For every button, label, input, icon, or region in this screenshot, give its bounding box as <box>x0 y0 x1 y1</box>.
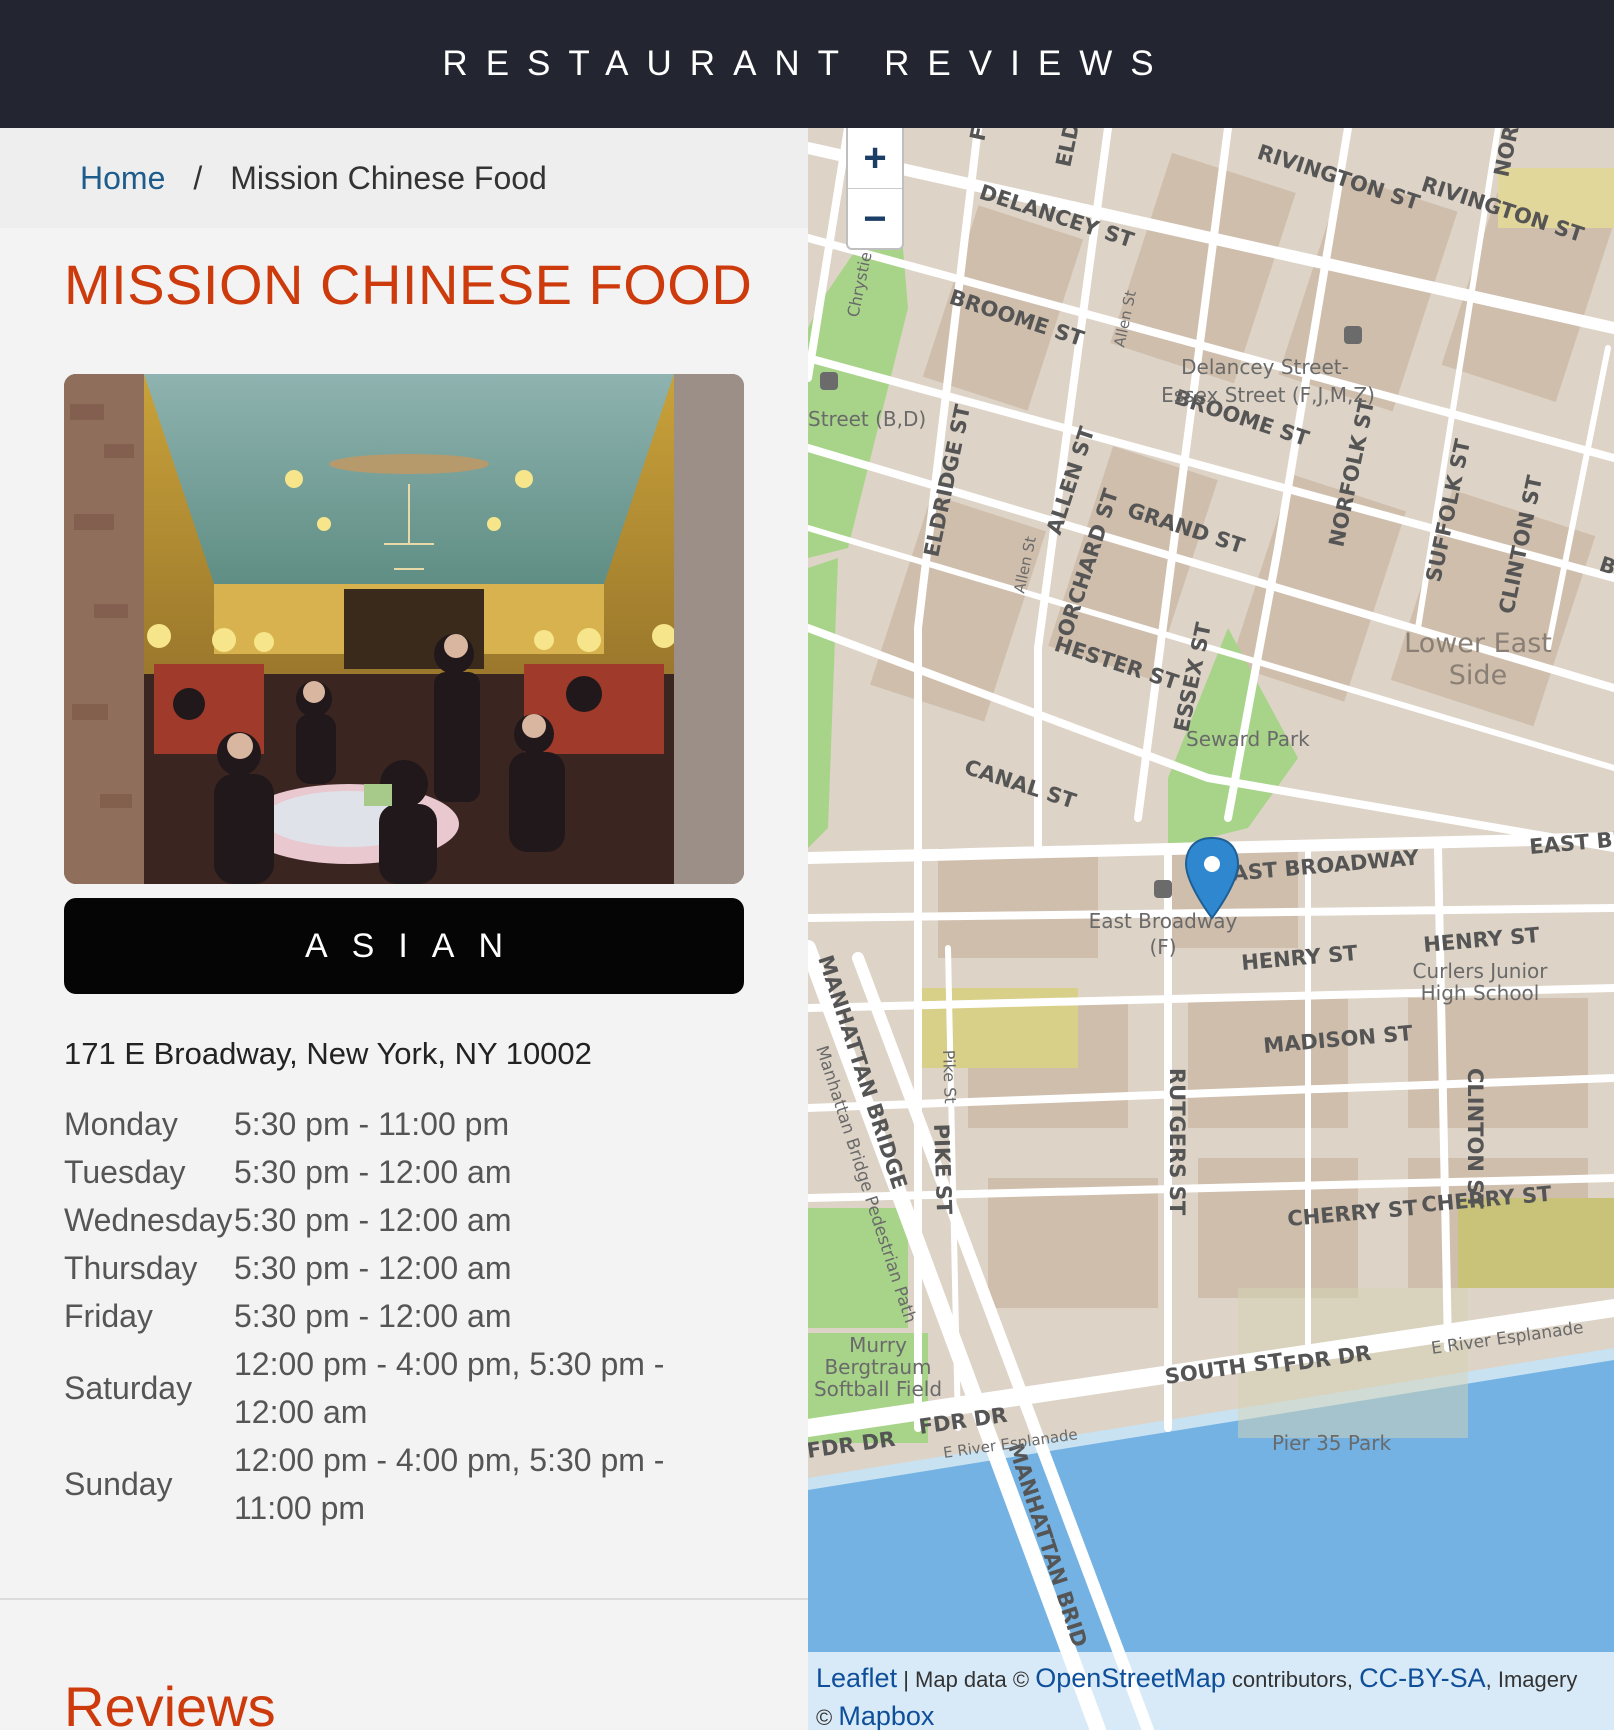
hours-row-friday: Friday 5:30 pm - 12:00 am <box>64 1292 674 1340</box>
hours-row-tuesday: Tuesday 5:30 pm - 12:00 am <box>64 1148 674 1196</box>
attribution-text: contributors, <box>1225 1667 1360 1692</box>
map-label: PIKE ST <box>929 1123 956 1215</box>
map-label: RUTGERS ST <box>1165 1068 1189 1216</box>
restaurant-address: 171 E Broadway, New York, NY 10002 <box>64 1036 592 1071</box>
hours-day: Thursday <box>64 1250 198 1286</box>
hours-time: 5:30 pm - 12:00 am <box>234 1298 512 1334</box>
hours-day: Friday <box>64 1298 153 1334</box>
map-attribution: Leaflet | Map data © OpenStreetMap contr… <box>808 1652 1614 1730</box>
zoom-out-button[interactable]: − <box>848 188 902 249</box>
map-label: Curlers Junior <box>1413 959 1549 983</box>
hours-row-saturday: Saturday 12:00 pm - 4:00 pm, 5:30 pm - 1… <box>64 1340 674 1436</box>
restaurant-photo-image <box>64 374 744 884</box>
map-label: Bergtraum <box>824 1355 931 1379</box>
map-label: Side <box>1449 660 1507 691</box>
section-divider <box>0 1598 808 1600</box>
zoom-in-button[interactable]: + <box>848 128 902 188</box>
hours-row-monday: Monday 5:30 pm - 11:00 pm <box>64 1100 674 1148</box>
hours-time: 5:30 pm - 12:00 am <box>234 1250 512 1286</box>
breadcrumb-current: Mission Chinese Food <box>230 159 547 196</box>
map-label: Murry <box>849 1333 907 1357</box>
hours-row-thursday: Thursday 5:30 pm - 12:00 am <box>64 1244 674 1292</box>
map[interactable]: DELANCEY ST RIVINGTON ST RIVINGTON ST BR… <box>808 128 1614 1730</box>
leaflet-link[interactable]: Leaflet <box>816 1663 897 1693</box>
map-label: (F) <box>1149 935 1176 959</box>
site-header: RESTAURANT REVIEWS <box>0 0 1614 128</box>
map-label: Lower East <box>1404 628 1552 659</box>
breadcrumb: Home / Mission Chinese Food <box>0 128 808 228</box>
attribution-text: © <box>816 1705 839 1730</box>
map-label: Essex Street (F,J,M,Z) <box>1161 383 1375 407</box>
hours-time: 12:00 pm - 4:00 pm, 5:30 pm - 11:00 pm <box>234 1442 665 1526</box>
zoom-control: + − <box>846 128 904 250</box>
hours-day: Saturday <box>64 1370 193 1406</box>
map-label: Street (B,D) <box>808 407 926 431</box>
attribution-text: | Map data © <box>897 1667 1036 1692</box>
attribution-text: , Imagery <box>1485 1667 1578 1692</box>
hours-day: Sunday <box>64 1466 173 1502</box>
map-tiles[interactable]: DELANCEY ST RIVINGTON ST RIVINGTON ST BR… <box>808 128 1614 1730</box>
hours-time: 5:30 pm - 12:00 am <box>234 1154 512 1190</box>
breadcrumb-home-link[interactable]: Home <box>80 160 165 197</box>
hours-day: Tuesday <box>64 1154 186 1190</box>
osm-link[interactable]: OpenStreetMap <box>1035 1663 1226 1693</box>
hours-day: Wednesday <box>64 1202 233 1238</box>
hours-day: Monday <box>64 1106 178 1142</box>
reviews-heading: Reviews <box>64 1675 276 1730</box>
hours-time: 12:00 pm - 4:00 pm, 5:30 pm - 12:00 am <box>234 1346 665 1430</box>
restaurant-panel: Home / Mission Chinese Food MISSION CHIN… <box>0 128 808 1730</box>
restaurant-name: MISSION CHINESE FOOD <box>64 253 753 316</box>
hours-time: 5:30 pm - 11:00 pm <box>234 1106 510 1142</box>
map-label: Seward Park <box>1186 727 1310 751</box>
map-label: Softball Field <box>814 1377 942 1401</box>
hours-row-sunday: Sunday 12:00 pm - 4:00 pm, 5:30 pm - 11:… <box>64 1436 674 1532</box>
map-label: High School <box>1421 981 1540 1005</box>
map-label: Delancey Street- <box>1181 355 1349 379</box>
mapbox-link[interactable]: Mapbox <box>838 1701 934 1730</box>
license-link[interactable]: CC-BY-SA <box>1359 1663 1486 1693</box>
map-label: Pike St <box>939 1049 960 1103</box>
site-title[interactable]: RESTAURANT REVIEWS <box>442 44 1171 84</box>
restaurant-photo <box>64 374 744 884</box>
cuisine-badge: ASIAN <box>64 898 744 994</box>
map-label: Pier 35 Park <box>1272 1431 1392 1455</box>
hours-row-wednesday: Wednesday 5:30 pm - 12:00 am <box>64 1196 674 1244</box>
hours-table: Monday 5:30 pm - 11:00 pm Tuesday 5:30 p… <box>64 1100 674 1532</box>
breadcrumb-separator: / <box>193 159 203 196</box>
hours-time: 5:30 pm - 12:00 am <box>234 1202 512 1238</box>
